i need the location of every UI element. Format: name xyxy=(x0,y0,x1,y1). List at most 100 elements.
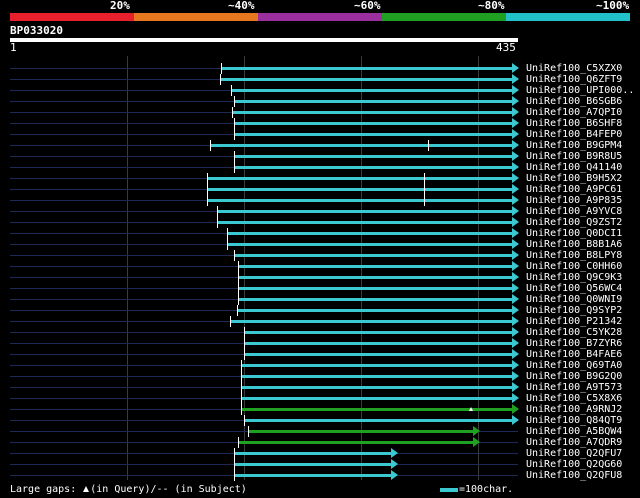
hit-row[interactable]: UniRef100_B6SHF8 xyxy=(0,118,640,129)
hit-alignment-bar[interactable] xyxy=(233,452,392,455)
hit-alignment-bar[interactable] xyxy=(210,144,512,147)
hit-alignment-bar[interactable] xyxy=(233,463,392,466)
hit-row[interactable]: UniRef100_B9H5X2 xyxy=(0,173,640,184)
hit-alignment-bar[interactable] xyxy=(233,254,512,257)
hit-alignment-bar[interactable] xyxy=(240,397,512,400)
hit-row[interactable]: UniRef100_Q56WC4 xyxy=(0,283,640,294)
hit-id-link[interactable]: UniRef100_C5YK28 xyxy=(526,327,622,338)
hit-row[interactable]: UniRef100_A9YVC8 xyxy=(0,206,640,217)
hit-id-link[interactable]: UniRef100_B7ZYR6 xyxy=(526,338,622,349)
hit-id-link[interactable]: UniRef100_Q0DCI1 xyxy=(526,228,622,239)
hit-id-link[interactable]: UniRef100_B9GPM4 xyxy=(526,140,622,151)
hit-id-link[interactable]: UniRef100_C5X8X6 xyxy=(526,393,622,404)
hit-row[interactable]: UniRef100_Q2QG60 xyxy=(0,459,640,470)
hit-alignment-bar[interactable] xyxy=(206,188,512,191)
hit-row[interactable]: UniRef100_B9G2Q0 xyxy=(0,371,640,382)
hit-alignment-bar[interactable] xyxy=(217,210,512,213)
hit-alignment-bar[interactable] xyxy=(232,111,512,114)
hit-row[interactable]: UniRef100_B8LPY8 xyxy=(0,250,640,261)
hit-row[interactable]: UniRef100_P21342 xyxy=(0,316,640,327)
hit-id-link[interactable]: UniRef100_Q41140 xyxy=(526,162,622,173)
hit-row[interactable]: UniRef100_Q9SYP2 xyxy=(0,305,640,316)
hit-row[interactable]: UniRef100_A5BQW4 xyxy=(0,426,640,437)
hit-row[interactable]: UniRef100_C0HH60 xyxy=(0,261,640,272)
hit-alignment-bar[interactable] xyxy=(238,298,512,301)
hit-id-link[interactable]: UniRef100_A9YVC8 xyxy=(526,206,622,217)
hit-id-link[interactable]: UniRef100_Q9ZST2 xyxy=(526,217,622,228)
hit-id-link[interactable]: UniRef100_Q2QFU7 xyxy=(526,448,622,459)
hit-row[interactable]: UniRef100_A9PC61 xyxy=(0,184,640,195)
hit-alignment-bar[interactable] xyxy=(226,232,512,235)
hit-alignment-bar[interactable] xyxy=(240,375,512,378)
hit-id-link[interactable]: UniRef100_Q2QFU8 xyxy=(526,470,622,481)
hit-alignment-bar[interactable] xyxy=(206,177,512,180)
hit-alignment-bar[interactable] xyxy=(238,265,512,268)
hit-row[interactable]: UniRef100_Q9C9K3 xyxy=(0,272,640,283)
hit-id-link[interactable]: UniRef100_A9T573 xyxy=(526,382,622,393)
hit-id-link[interactable]: UniRef100_Q2QG60 xyxy=(526,459,622,470)
hit-row[interactable]: UniRef100_C5YK28 xyxy=(0,327,640,338)
hit-id-link[interactable]: UniRef100_B4FAE6 xyxy=(526,349,622,360)
hit-alignment-bar[interactable] xyxy=(220,67,512,70)
hit-alignment-bar[interactable] xyxy=(247,430,474,433)
hit-alignment-bar[interactable] xyxy=(233,122,512,125)
hit-alignment-bar[interactable] xyxy=(240,386,512,389)
hit-id-link[interactable]: UniRef100_A9RNJ2 xyxy=(526,404,622,415)
hit-alignment-bar[interactable] xyxy=(244,353,512,356)
hit-id-link[interactable]: UniRef100_B8B1A6 xyxy=(526,239,622,250)
hit-id-link[interactable]: UniRef100_Q0WNI9 xyxy=(526,294,622,305)
hit-row[interactable]: UniRef100_A7QDR9 xyxy=(0,437,640,448)
hit-id-link[interactable]: UniRef100_Q6ZFT9 xyxy=(526,74,622,85)
hit-alignment-bar[interactable] xyxy=(244,419,512,422)
hit-alignment-bar[interactable] xyxy=(240,364,512,367)
hit-row[interactable]: UniRef100_Q41140 xyxy=(0,162,640,173)
hit-alignment-bar[interactable] xyxy=(233,100,512,103)
hit-id-link[interactable]: UniRef100_B9H5X2 xyxy=(526,173,622,184)
hit-id-link[interactable]: UniRef100_P21342 xyxy=(526,316,622,327)
hit-id-link[interactable]: UniRef100_C0HH60 xyxy=(526,261,622,272)
hit-alignment-bar[interactable] xyxy=(238,276,512,279)
hit-id-link[interactable]: UniRef100_UPI000.. xyxy=(526,85,634,96)
hit-id-link[interactable]: UniRef100_Q9C9K3 xyxy=(526,272,622,283)
hit-row[interactable]: UniRef100_Q6ZFT9 xyxy=(0,74,640,85)
hit-alignment-bar[interactable] xyxy=(217,221,512,224)
hit-row[interactable]: UniRef100_C5XZX0 xyxy=(0,63,640,74)
hit-id-link[interactable]: UniRef100_Q84QT9 xyxy=(526,415,622,426)
hit-alignment-bar[interactable] xyxy=(237,309,512,312)
hit-alignment-bar[interactable] xyxy=(244,331,512,334)
hit-alignment-bar[interactable] xyxy=(244,342,512,345)
hit-alignment-bar[interactable] xyxy=(238,287,512,290)
hit-id-link[interactable]: UniRef100_B6SHF8 xyxy=(526,118,622,129)
hit-row[interactable]: UniRef100_A7QPI0 xyxy=(0,107,640,118)
hit-row[interactable]: UniRef100_B8B1A6 xyxy=(0,239,640,250)
hit-id-link[interactable]: UniRef100_A5BQW4 xyxy=(526,426,622,437)
hit-row[interactable]: UniRef100_A9RNJ2 xyxy=(0,404,640,415)
hit-row[interactable]: UniRef100_A9T573 xyxy=(0,382,640,393)
hit-row[interactable]: UniRef100_B9GPM4 xyxy=(0,140,640,151)
hit-row[interactable]: UniRef100_Q0WNI9 xyxy=(0,294,640,305)
hit-alignment-bar[interactable] xyxy=(233,155,512,158)
hit-row[interactable]: UniRef100_B9R8U5 xyxy=(0,151,640,162)
hit-row[interactable]: UniRef100_Q2QFU8 xyxy=(0,470,640,481)
hit-id-link[interactable]: UniRef100_Q69TA0 xyxy=(526,360,622,371)
hit-alignment-bar[interactable] xyxy=(226,243,512,246)
hit-row[interactable]: UniRef100_Q0DCI1 xyxy=(0,228,640,239)
hit-row[interactable]: UniRef100_UPI000.. xyxy=(0,85,640,96)
hit-row[interactable]: UniRef100_A9P835 xyxy=(0,195,640,206)
hit-row[interactable]: UniRef100_Q2QFU7 xyxy=(0,448,640,459)
hit-id-link[interactable]: UniRef100_A9PC61 xyxy=(526,184,622,195)
hit-row[interactable]: UniRef100_B4FAE6 xyxy=(0,349,640,360)
hit-alignment-bar[interactable] xyxy=(233,166,512,169)
hit-alignment-bar[interactable] xyxy=(233,474,392,477)
hit-id-link[interactable]: UniRef100_A9P835 xyxy=(526,195,622,206)
hit-row[interactable]: UniRef100_Q69TA0 xyxy=(0,360,640,371)
hit-id-link[interactable]: UniRef100_B4FEP0 xyxy=(526,129,622,140)
hit-row[interactable]: UniRef100_Q84QT9 xyxy=(0,415,640,426)
hit-alignment-bar[interactable] xyxy=(206,199,512,202)
hit-alignment-bar[interactable] xyxy=(238,441,474,444)
hit-alignment-bar[interactable] xyxy=(231,89,512,92)
hit-id-link[interactable]: UniRef100_B9G2Q0 xyxy=(526,371,622,382)
hit-id-link[interactable]: UniRef100_B8LPY8 xyxy=(526,250,622,261)
hit-alignment-bar[interactable] xyxy=(230,320,512,323)
hit-alignment-bar[interactable] xyxy=(219,78,512,81)
